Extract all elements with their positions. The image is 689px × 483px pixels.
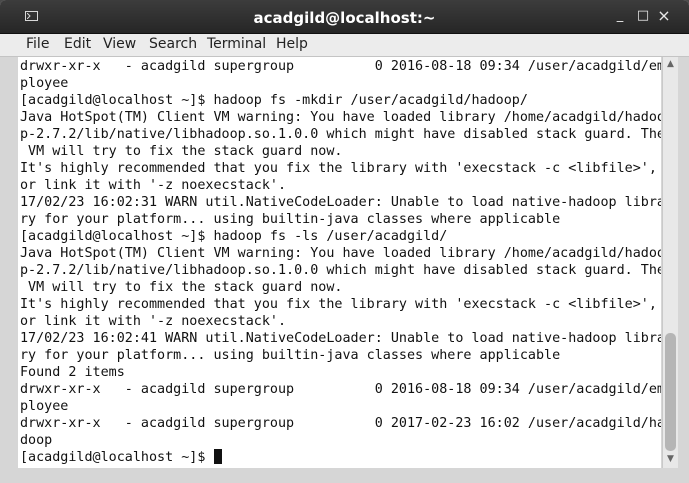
- terminal-line: drwxr-xr-x - acadgild supergroup 0 2016-…: [20, 382, 661, 397]
- menu-edit[interactable]: Edit: [64, 36, 91, 52]
- menu-bar: File Edit View Search Terminal Help: [0, 34, 689, 57]
- terminal-line: ployee: [20, 399, 69, 414]
- terminal-window: acadgild@localhost:~ _ □ × File Edit Vie…: [0, 0, 689, 483]
- terminal-line: VM will try to fix the stack guard now.: [20, 280, 343, 295]
- terminal-line: or link it with '-z noexecstack'.: [20, 178, 287, 193]
- menu-view[interactable]: View: [103, 36, 136, 52]
- terminal-line: doop: [20, 433, 53, 448]
- terminal-line: It's highly recommended that you fix the…: [20, 297, 657, 312]
- terminal-line: ployee: [20, 76, 69, 91]
- shell-prompt: [acadgild@localhost ~]$: [20, 450, 214, 465]
- scroll-thumb[interactable]: [665, 333, 676, 451]
- window-frame-bottom: [0, 468, 689, 483]
- maximize-icon[interactable]: □: [636, 9, 650, 23]
- terminal-line: It's highly recommended that you fix the…: [20, 161, 657, 176]
- prompt-line[interactable]: [acadgild@localhost ~]$: [20, 449, 223, 466]
- minimize-icon[interactable]: _: [613, 9, 627, 23]
- terminal-line: [acadgild@localhost ~]$ hadoop fs -ls /u…: [20, 229, 448, 244]
- terminal-line: drwxr-xr-x - acadgild supergroup 0 2017-…: [20, 416, 661, 431]
- terminal-line: VM will try to fix the stack guard now.: [20, 144, 343, 159]
- terminal-line: or link it with '-z noexecstack'.: [20, 314, 287, 329]
- terminal-line: drwxr-xr-x - acadgild supergroup 0 2016-…: [20, 59, 661, 74]
- menu-search[interactable]: Search: [149, 36, 197, 52]
- menu-terminal[interactable]: Terminal: [207, 36, 266, 52]
- window-title: acadgild@localhost:~: [253, 9, 436, 27]
- menu-help[interactable]: Help: [276, 36, 308, 52]
- scroll-up-icon[interactable]: ▲: [665, 59, 676, 70]
- terminal-line: 17/02/23 16:02:41 WARN util.NativeCodeLo…: [20, 331, 661, 346]
- terminal-output[interactable]: drwxr-xr-x - acadgild supergroup 0 2016-…: [18, 57, 661, 468]
- text-cursor: [214, 449, 223, 464]
- terminal-line: p-2.7.2/lib/native/libhadoop.so.1.0.0 wh…: [20, 263, 661, 278]
- terminal-line: Java HotSpot(TM) Client VM warning: You …: [20, 110, 661, 125]
- terminal-line: [acadgild@localhost ~]$ hadoop fs -mkdir…: [20, 93, 528, 108]
- terminal-line: p-2.7.2/lib/native/libhadoop.so.1.0.0 wh…: [20, 127, 661, 142]
- terminal-line: Java HotSpot(TM) Client VM warning: You …: [20, 246, 661, 261]
- terminal-line: Found 2 items: [20, 365, 125, 380]
- terminal-line: ry for your platform... using builtin-ja…: [20, 348, 561, 363]
- menu-file[interactable]: File: [26, 36, 49, 52]
- title-bar[interactable]: acadgild@localhost:~ _ □ ×: [0, 0, 689, 34]
- close-icon[interactable]: ×: [657, 8, 671, 24]
- scroll-down-icon[interactable]: ▼: [665, 454, 676, 465]
- vertical-scrollbar[interactable]: ▲ ▼: [662, 57, 678, 468]
- terminal-line: ry for your platform... using builtin-ja…: [20, 212, 561, 227]
- terminal-line: 17/02/23 16:02:31 WARN util.NativeCodeLo…: [20, 195, 661, 210]
